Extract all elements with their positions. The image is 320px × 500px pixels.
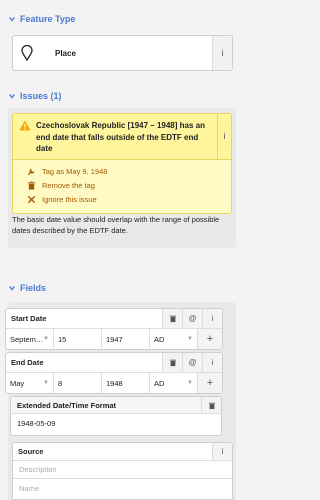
fix-label: Remove the tag: [42, 181, 95, 190]
info-icon: i: [221, 447, 224, 456]
fields-header: Fields: [20, 283, 47, 293]
start-day-input[interactable]: 15: [54, 329, 102, 349]
issue-info-button[interactable]: i: [217, 114, 231, 159]
chevron-down-icon: ▼: [43, 336, 49, 342]
source-info-button[interactable]: i: [212, 443, 232, 460]
issues-section-toggle[interactable]: Issues (1): [8, 91, 62, 101]
at-icon: @: [188, 314, 197, 323]
wrench-icon: [27, 168, 35, 176]
start-date-add-button[interactable]: +: [198, 329, 222, 349]
feature-type-name: Place: [55, 48, 76, 58]
start-month-value: Septem…: [10, 334, 44, 344]
end-date-field: End Date @ i May ▼ 8 1948 AD ▼ +: [5, 352, 223, 394]
chevron-down-icon: [9, 94, 15, 99]
fix-label: Ignore this issue: [42, 195, 97, 204]
chevron-down-icon: ▼: [43, 380, 49, 386]
trash-icon: [169, 359, 176, 367]
start-date-label: Start Date: [11, 314, 47, 323]
feature-type-header: Feature Type: [20, 14, 76, 24]
start-year-input[interactable]: 1947: [102, 329, 150, 349]
chevron-down-icon: ▼: [187, 336, 193, 342]
at-icon: @: [188, 358, 197, 367]
end-year-value: 1948: [106, 378, 123, 388]
fix-label: Tag as May 9, 1948: [42, 167, 108, 176]
start-year-value: 1947: [106, 334, 123, 344]
end-month-select[interactable]: May ▼: [6, 373, 54, 393]
chevron-down-icon: [9, 17, 15, 22]
end-era-select[interactable]: AD ▼: [150, 373, 198, 393]
warning-icon: [19, 120, 31, 131]
end-date-delete-button[interactable]: [162, 353, 182, 372]
issues-header: Issues (1): [20, 91, 62, 101]
trash-icon: [169, 315, 176, 323]
end-date-add-button[interactable]: +: [198, 373, 222, 393]
source-description-input[interactable]: Description: [13, 461, 232, 479]
feature-type-field[interactable]: Place i: [12, 35, 233, 71]
start-day-value: 15: [58, 334, 67, 344]
map-pin-icon: [13, 45, 41, 61]
chevron-down-icon: [9, 286, 15, 291]
start-date-delete-button[interactable]: [162, 309, 182, 328]
info-icon: i: [211, 358, 214, 367]
plus-icon: +: [206, 377, 214, 389]
feature-type-section-toggle[interactable]: Feature Type: [8, 14, 75, 24]
plus-icon: +: [206, 333, 214, 345]
trash-icon: [27, 181, 36, 190]
edtf-label: Extended Date/Time Format: [17, 400, 117, 410]
end-year-input[interactable]: 1948: [102, 373, 150, 393]
end-day-input[interactable]: 8: [54, 373, 102, 393]
end-date-localize-button[interactable]: @: [182, 353, 202, 372]
issue-tip: The basic date value should overlap with…: [12, 215, 220, 235]
start-era-select[interactable]: AD ▼: [150, 329, 198, 349]
edtf-delete-button[interactable]: [201, 397, 221, 413]
fix-remove-tag[interactable]: Remove the tag: [27, 179, 231, 193]
end-date-label: End Date: [11, 358, 44, 367]
end-date-info-button[interactable]: i: [202, 353, 222, 372]
end-era-value: AD: [154, 378, 165, 388]
issue-message-row[interactable]: Czechoslovak Republic [1947 – 1948] has …: [13, 114, 231, 160]
edtf-field: Extended Date/Time Format 1948-05-09: [10, 396, 222, 436]
issue-message: Czechoslovak Republic [1947 – 1948] has …: [36, 121, 205, 153]
fields-section-toggle[interactable]: Fields: [8, 283, 46, 293]
issue-item: Czechoslovak Republic [1947 – 1948] has …: [12, 113, 232, 214]
source-label: Source: [18, 447, 44, 456]
start-date-localize-button[interactable]: @: [182, 309, 202, 328]
chevron-down-icon: ▼: [187, 380, 193, 386]
end-month-value: May: [10, 378, 25, 388]
source-field: Source i Description Name: [12, 442, 233, 500]
source-name-input[interactable]: Name: [13, 479, 232, 497]
issues-panel: Czechoslovak Republic [1947 – 1948] has …: [8, 108, 236, 248]
end-day-value: 8: [58, 378, 63, 388]
start-date-info-button[interactable]: i: [202, 309, 222, 328]
close-icon: [27, 195, 36, 204]
start-era-value: AD: [154, 334, 165, 344]
edtf-input[interactable]: 1948-05-09: [11, 414, 221, 433]
fix-tag-as-date[interactable]: Tag as May 9, 1948: [27, 165, 231, 179]
start-month-select[interactable]: Septem… ▼: [6, 329, 54, 349]
issue-fixes: Tag as May 9, 1948 Remove the tag Ignore…: [13, 160, 231, 213]
info-icon: i: [211, 314, 214, 323]
trash-icon: [208, 402, 215, 409]
feature-type-info-button[interactable]: i: [212, 36, 232, 70]
start-date-field: Start Date @ i Septem… ▼ 15 1947 AD ▼ +: [5, 308, 223, 350]
fix-ignore-issue[interactable]: Ignore this issue: [27, 193, 231, 207]
